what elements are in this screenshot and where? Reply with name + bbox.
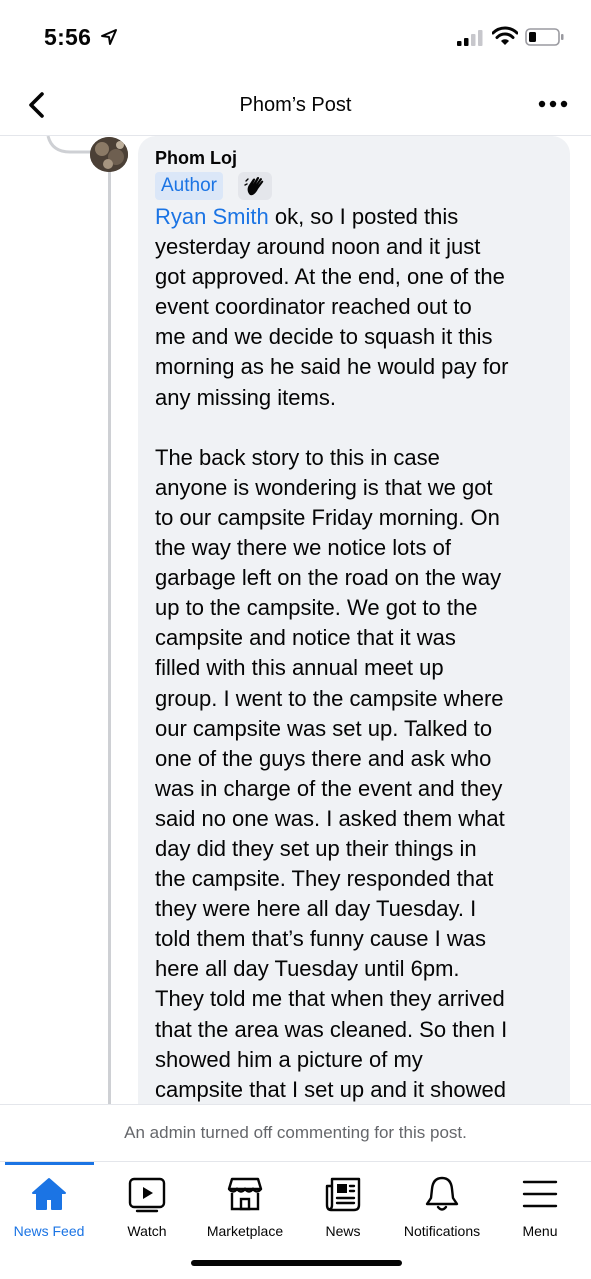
ellipsis-icon [538, 100, 568, 108]
tab-news[interactable]: News [293, 1174, 393, 1244]
status-bar: 5:56 [0, 0, 591, 74]
tab-marketplace[interactable]: Marketplace [195, 1174, 295, 1244]
wifi-icon [492, 26, 518, 45]
tab-label: News [325, 1223, 361, 1239]
news-icon [325, 1177, 361, 1212]
tab-label: Menu [522, 1223, 558, 1239]
thread-line [108, 170, 111, 1105]
comment-body: ok, so I posted this yesterday around no… [155, 204, 509, 1102]
profile-photo-icon [90, 137, 128, 172]
watch-icon [128, 1177, 166, 1213]
home-icon [32, 1178, 66, 1210]
tab-news-feed[interactable]: News Feed [0, 1174, 99, 1244]
bell-icon [425, 1176, 459, 1211]
avatar[interactable] [90, 137, 128, 172]
menu-icon [522, 1180, 558, 1208]
tab-menu[interactable]: Menu [490, 1174, 590, 1244]
tab-label: Notifications [403, 1223, 481, 1239]
mention-link[interactable]: Ryan Smith [155, 204, 269, 229]
tab-notifications[interactable]: Notifications [392, 1174, 492, 1244]
commenting-disabled-notice: An admin turned off commenting for this … [0, 1104, 591, 1162]
tab-label: Marketplace [206, 1223, 284, 1239]
author-badge: Author [155, 172, 223, 200]
marketplace-icon [227, 1177, 263, 1211]
comment-text: Ryan Smith ok, so I posted this yesterda… [155, 202, 560, 1105]
more-options-button[interactable] [538, 96, 570, 112]
location-arrow-icon [101, 29, 117, 45]
tab-label: Watch [127, 1223, 167, 1239]
comment-author-name[interactable]: Phom Loj [155, 148, 237, 169]
wave-badge [238, 172, 272, 200]
comment-bubble: Phom Loj Author Ryan Smith ok, so I post… [138, 136, 570, 1126]
commenting-disabled-text: An admin turned off commenting for this … [124, 1123, 467, 1142]
tab-watch[interactable]: Watch [97, 1174, 197, 1244]
home-indicator[interactable] [191, 1260, 402, 1266]
waving-hand-icon [244, 176, 264, 196]
nav-header: Phom’s Post [0, 74, 591, 136]
status-time: 5:56 [44, 24, 92, 50]
thread-connector [46, 136, 92, 154]
cellular-signal-icon [457, 30, 483, 46]
tab-label: News Feed [13, 1223, 85, 1239]
page-title: Phom’s Post [239, 94, 352, 116]
battery-icon [525, 28, 564, 46]
active-tab-indicator [5, 1162, 94, 1165]
